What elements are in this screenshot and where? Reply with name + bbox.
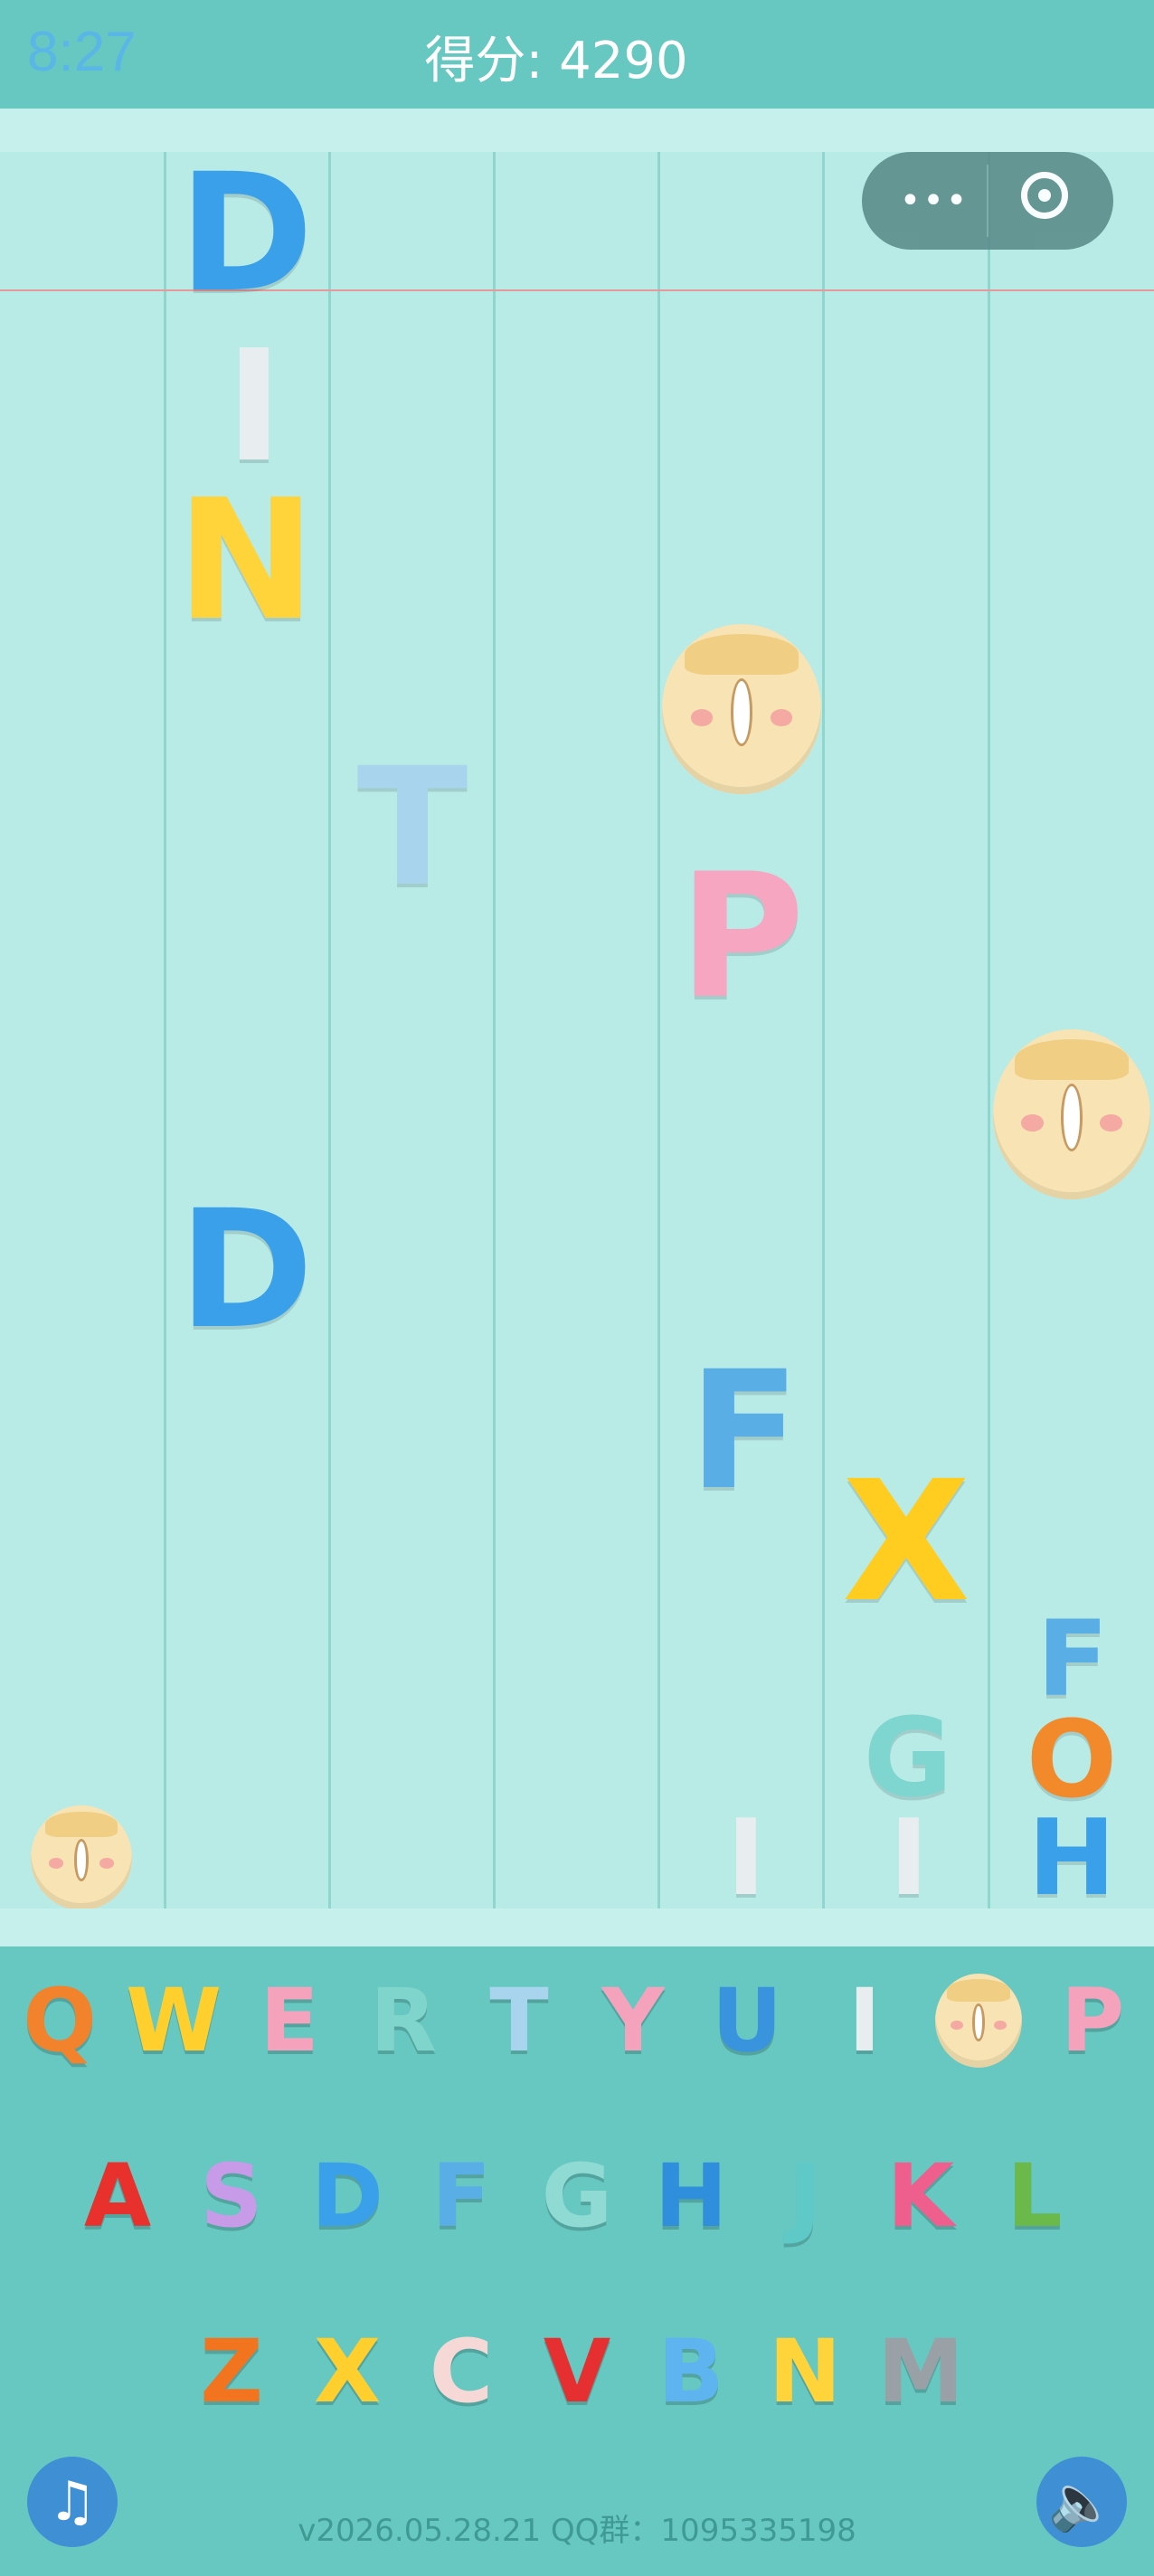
game-board[interactable] <box>0 152 1154 1908</box>
lane-divider <box>164 152 166 1908</box>
key-g[interactable]: G <box>532 2142 622 2250</box>
lane-divider <box>988 152 990 1908</box>
score-label: 得分: 4290 <box>424 32 688 90</box>
key-y[interactable]: Y <box>588 1966 678 2075</box>
letter-tile[interactable]: D <box>168 139 324 328</box>
key-x[interactable]: X <box>302 2317 393 2426</box>
version-label: v2026.05.28.21 QQ群：1095335198 <box>298 2513 856 2549</box>
more-dots-icon[interactable]: ••• <box>898 170 970 232</box>
key-o[interactable] <box>935 1974 1022 2068</box>
top-strip <box>0 109 1154 152</box>
lane-divider <box>822 152 825 1908</box>
letter-tile-o-face[interactable] <box>993 1029 1150 1199</box>
keyboard-separator <box>0 1908 1154 1946</box>
letter-tile[interactable]: X <box>834 1445 979 1639</box>
letter-tile[interactable]: H <box>1018 1797 1125 1919</box>
key-l[interactable]: L <box>989 2142 1080 2250</box>
key-p[interactable]: P <box>1047 1966 1138 2075</box>
key-q[interactable]: Q <box>14 1966 105 2075</box>
letter-tile[interactable]: F <box>678 1337 810 1526</box>
key-f[interactable]: F <box>416 2142 506 2250</box>
letter-tile[interactable]: P <box>669 837 814 1037</box>
letter-tile[interactable]: I <box>877 1797 941 1919</box>
key-i[interactable]: I <box>819 1966 910 2075</box>
key-m[interactable]: M <box>875 2317 966 2426</box>
key-b[interactable]: B <box>646 2317 736 2426</box>
key-r[interactable]: R <box>358 1966 449 2075</box>
key-a[interactable]: A <box>72 2142 163 2250</box>
key-n[interactable]: N <box>760 2317 850 2426</box>
miniprogram-capsule: ••• <box>862 152 1113 250</box>
key-z[interactable]: Z <box>186 2317 277 2426</box>
top-bar: 8:27 得分: 4290 <box>0 0 1154 109</box>
key-v[interactable]: V <box>532 2317 622 2426</box>
letter-tile-o-face[interactable] <box>31 1805 132 1910</box>
key-d[interactable]: D <box>302 2142 393 2250</box>
lane-divider <box>493 152 496 1908</box>
key-e[interactable]: E <box>244 1966 335 2075</box>
lane-divider <box>657 152 660 1908</box>
letter-tile[interactable]: T <box>344 734 481 923</box>
key-k[interactable]: K <box>875 2142 966 2250</box>
letter-tile[interactable]: D <box>168 1176 324 1365</box>
key-h[interactable]: H <box>646 2142 736 2250</box>
key-s[interactable]: S <box>186 2142 277 2250</box>
lane-divider <box>328 152 331 1908</box>
letter-tile-o-face[interactable] <box>662 624 821 794</box>
capsule-divider <box>987 165 988 237</box>
key-j[interactable]: J <box>760 2142 850 2250</box>
key-u[interactable]: U <box>702 1966 792 2075</box>
key-c[interactable]: C <box>416 2317 506 2426</box>
record-circle-icon[interactable] <box>1021 172 1068 219</box>
key-t[interactable]: T <box>474 1966 564 2075</box>
letter-tile[interactable]: N <box>165 464 327 658</box>
letter-tile[interactable]: I <box>714 1797 778 1919</box>
key-w[interactable]: W <box>126 1966 222 2075</box>
